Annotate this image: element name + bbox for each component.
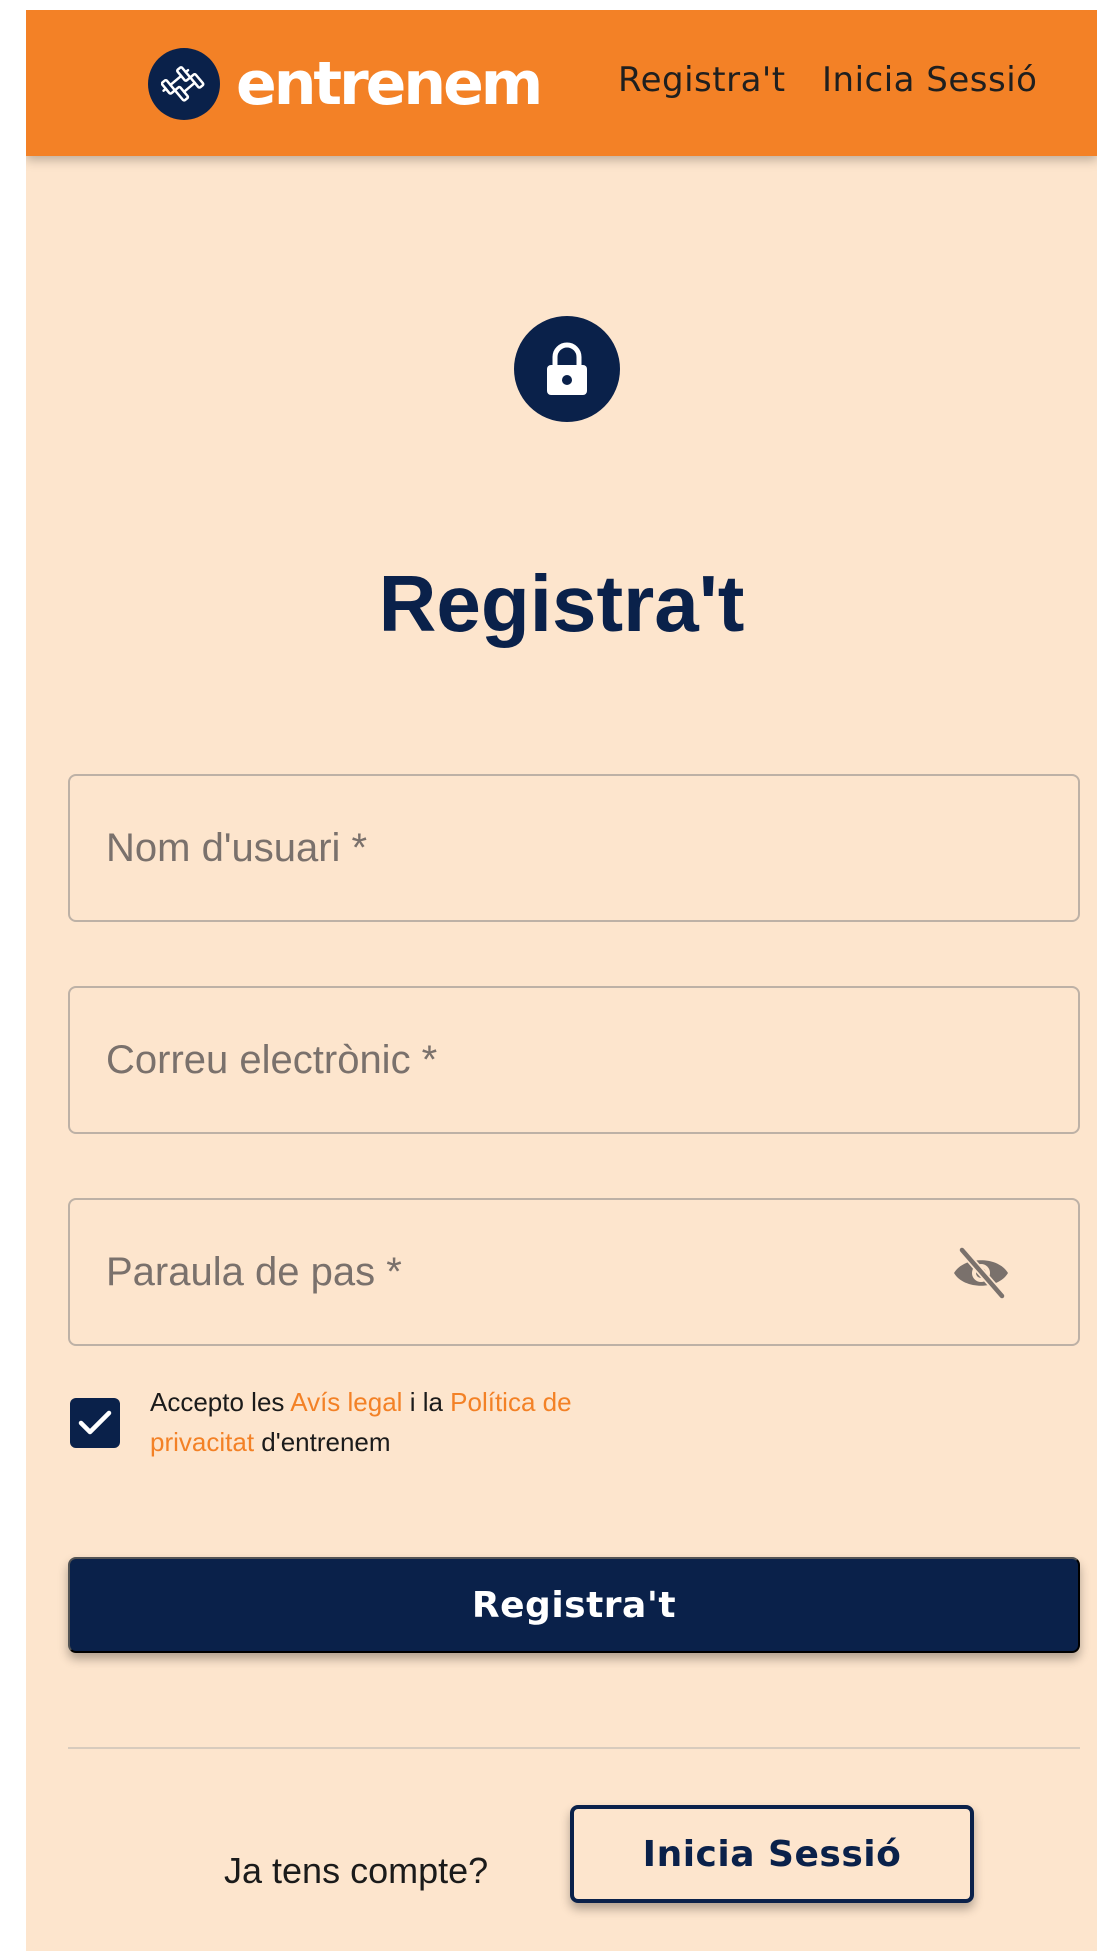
dumbbell-icon <box>148 48 220 120</box>
terms-middle: i la <box>402 1387 451 1417</box>
page-title: Registra't <box>378 559 745 648</box>
email-input[interactable] <box>70 988 1078 1132</box>
top-bar: entrenem Registra't Inicia Sessió <box>26 10 1097 156</box>
divider <box>68 1747 1080 1749</box>
password-input[interactable] <box>70 1200 1078 1344</box>
login-button[interactable]: Inicia Sessió <box>570 1805 974 1903</box>
terms-checkbox[interactable] <box>70 1398 120 1448</box>
nav-register-link[interactable]: Registra't <box>618 60 786 100</box>
brand-name: entrenem <box>236 49 543 119</box>
brand-logo[interactable]: entrenem <box>148 48 543 120</box>
app-frame: entrenem Registra't Inicia Sessió Regist… <box>26 10 1097 1951</box>
nav-login-link[interactable]: Inicia Sessió <box>822 60 1037 100</box>
terms-text: Accepto les Avís legal i la Política de … <box>150 1382 670 1462</box>
username-field <box>68 774 1080 922</box>
lock-icon <box>514 316 620 422</box>
eye-off-icon[interactable] <box>950 1244 1012 1302</box>
terms-prefix: Accepto les <box>150 1387 291 1417</box>
check-icon <box>78 1410 112 1435</box>
have-account-text: Ja tens compte? <box>224 1850 489 1891</box>
register-button[interactable]: Registra't <box>68 1557 1080 1653</box>
password-field <box>68 1198 1080 1346</box>
email-field <box>68 986 1080 1134</box>
legal-notice-link[interactable]: Avís legal <box>290 1387 402 1417</box>
terms-suffix: d'entrenem <box>254 1427 391 1457</box>
username-input[interactable] <box>70 776 1078 920</box>
